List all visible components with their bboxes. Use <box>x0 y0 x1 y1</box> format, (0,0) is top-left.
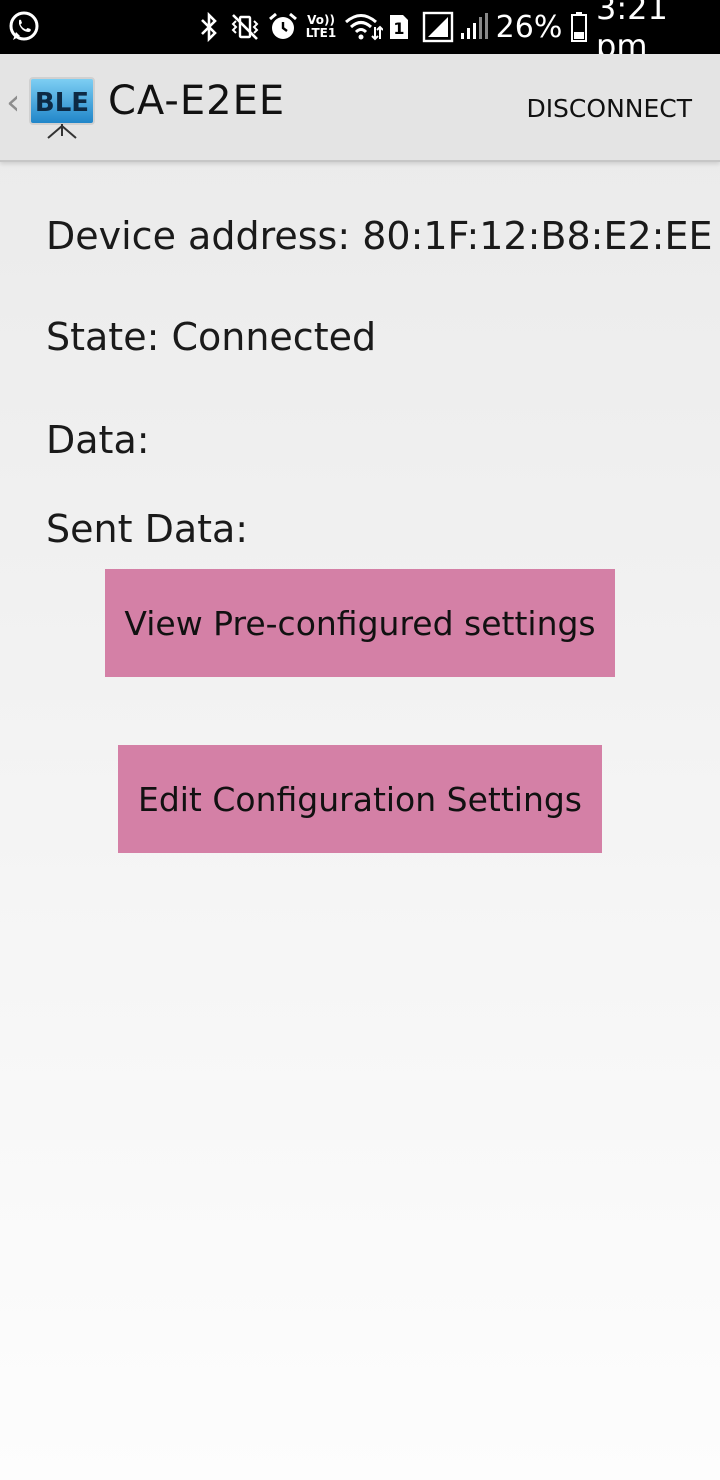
battery-icon <box>566 0 592 54</box>
signal-icon <box>458 0 490 54</box>
sim-number: 1 <box>393 19 404 38</box>
ble-app-icon[interactable]: BLE <box>28 76 96 140</box>
signal-icon <box>420 0 456 54</box>
edit-configuration-settings-button[interactable]: Edit Configuration Settings <box>118 745 602 853</box>
disconnect-button[interactable]: DISCONNECT <box>518 86 700 130</box>
wifi-icon <box>342 0 384 54</box>
sent-data-label: Sent Data: <box>46 507 249 551</box>
volte-icon: Vo)) LTE1 <box>302 0 340 54</box>
connection-state-label: State: Connected <box>46 315 377 359</box>
status-bar: Vo)) LTE1 1 26% 3:21 pm <box>0 0 720 65</box>
volte-bottom-text: LTE1 <box>305 26 337 40</box>
page-title: CA-E2EE <box>108 78 286 124</box>
alarm-icon <box>266 0 300 54</box>
view-preconfigured-settings-button[interactable]: View Pre-configured settings <box>105 569 615 677</box>
back-chevron-icon[interactable]: ‹ <box>6 82 20 123</box>
data-label: Data: <box>46 418 150 462</box>
battery-percentage: 26% <box>495 9 563 45</box>
sim-icon: 1 <box>386 0 412 54</box>
device-address-label: Device address: 80:1F:12:B8:E2:EE <box>46 214 713 258</box>
status-clock: 3:21 pm <box>596 0 668 65</box>
bluetooth-icon <box>196 0 222 54</box>
action-bar: ‹ BLE CA-E2EE DISCONNECT <box>0 54 720 162</box>
vibrate-icon <box>228 0 262 54</box>
whatsapp-icon <box>4 0 44 54</box>
app-icon-text: BLE <box>35 88 89 118</box>
